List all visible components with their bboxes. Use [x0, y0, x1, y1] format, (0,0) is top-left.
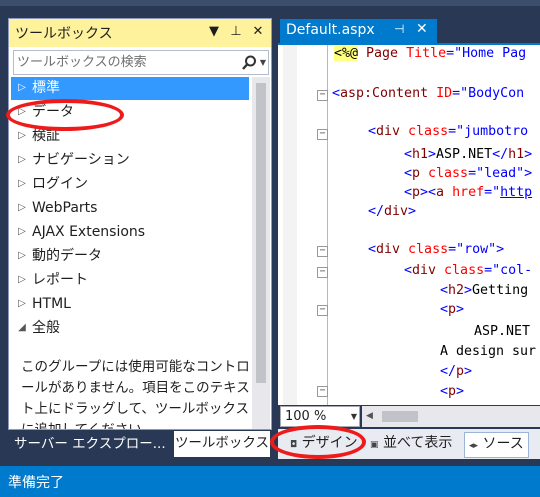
category-label: 動的データ: [32, 248, 102, 264]
category-standard[interactable]: ▷ 標準: [11, 77, 249, 100]
expand-arrow-icon[interactable]: ▷: [15, 293, 29, 315]
category-html[interactable]: ▷ HTML: [11, 293, 249, 316]
expand-arrow-icon[interactable]: ▷: [15, 245, 29, 267]
window-position-dropdown-icon[interactable]: ▼: [205, 23, 223, 41]
category-ajax-extensions[interactable]: ▷ AJAX Extensions: [11, 221, 249, 244]
fold-toggle[interactable]: −: [317, 386, 328, 397]
code-line: <p class="lead">: [404, 166, 533, 181]
code-line: <div class="col-: [404, 263, 533, 278]
category-login[interactable]: ▷ ログイン: [11, 173, 249, 196]
code-line: <p>: [440, 302, 465, 317]
toolbox-header: ツールボックス ▼ ⊥ ✕: [9, 19, 271, 47]
search-icon[interactable]: [240, 54, 258, 72]
code-line: <p>: [440, 384, 465, 399]
code-line: <asp:Content ID="BodyCon: [332, 86, 525, 101]
expand-arrow-icon[interactable]: ▷: [15, 197, 29, 219]
editor-indicator-margin: [283, 45, 297, 405]
collapse-arrow-icon[interactable]: ◢: [15, 317, 29, 339]
expand-arrow-icon[interactable]: ▷: [15, 149, 29, 171]
code-line: <h1>ASP.NET</h1>: [404, 147, 533, 162]
code-line: A design sur: [440, 344, 537, 359]
zoom-dropdown-icon[interactable]: ▼: [351, 407, 357, 426]
document-tab-default-aspx[interactable]: Default.aspx ⊣ ✕: [280, 19, 437, 43]
category-report[interactable]: ▷ レポート: [11, 269, 249, 292]
toolbox-vertical-scrollbar[interactable]: [252, 77, 270, 429]
top-toolbar-strip: [0, 0, 540, 6]
pin-tab-icon[interactable]: ⊣: [394, 22, 404, 36]
category-navigation[interactable]: ▷ ナビゲーション: [11, 149, 249, 172]
code-line: ASP.NET: [474, 324, 531, 339]
split-view-button[interactable]: ▣ 並べて表示: [370, 432, 452, 456]
status-text: 準備完了: [8, 475, 64, 491]
fold-toggle[interactable]: −: [317, 129, 328, 140]
category-label: HTML: [32, 296, 71, 312]
expand-arrow-icon[interactable]: ▷: [15, 125, 29, 147]
zoom-level-value: 100 %: [285, 409, 327, 424]
search-options-dropdown-icon[interactable]: ▼: [258, 54, 268, 72]
fold-toggle[interactable]: −: [317, 305, 328, 316]
source-view-icon: ◂▸: [469, 441, 479, 451]
editor-horizontal-scrollbar[interactable]: ◀: [362, 406, 540, 427]
fold-toggle[interactable]: −: [317, 246, 328, 257]
code-editor[interactable]: − − − − − − <%@ Page Title="Home Pag <as…: [278, 45, 540, 405]
pin-icon[interactable]: ⊥: [227, 23, 245, 41]
category-webparts[interactable]: ▷ WebParts: [11, 197, 249, 220]
category-label: 標準: [32, 80, 60, 96]
category-label: ナビゲーション: [32, 152, 130, 168]
expand-arrow-icon[interactable]: ▷: [15, 221, 29, 243]
document-tab-label: Default.aspx: [286, 22, 375, 38]
fold-toggle[interactable]: −: [317, 267, 328, 278]
empty-group-message: このグループには使用可能なコントロールがありません。項目をこのテキスト上にドラッ…: [21, 359, 250, 429]
split-view-icon: ▣: [370, 440, 379, 450]
scrollbar-thumb[interactable]: [256, 83, 266, 383]
category-label: AJAX Extensions: [32, 224, 146, 240]
expand-arrow-icon[interactable]: ▷: [15, 269, 29, 291]
scroll-left-icon[interactable]: ◀: [366, 406, 373, 427]
code-line: </p>: [440, 364, 473, 379]
fold-toggle[interactable]: −: [317, 90, 328, 101]
category-label: ログイン: [32, 176, 88, 192]
code-line: <div class="jumbotro: [368, 124, 529, 139]
toolbox-panel: ツールボックス ▼ ⊥ ✕ ▼ ▷ 標準 ▷ データ ▷ 検証 ▷ ナビゲーショ…: [8, 18, 272, 430]
category-label: 全般: [32, 320, 60, 336]
split-view-label: 並べて表示: [382, 435, 453, 451]
toolbox-search-box[interactable]: ▼: [13, 50, 269, 75]
status-bar: 準備完了: [0, 466, 540, 497]
close-icon[interactable]: ✕: [249, 23, 267, 41]
code-line: <div class="row">: [368, 242, 505, 257]
tab-server-explorer[interactable]: サーバー エクスプロー...: [8, 433, 172, 455]
toolbox-title: ツールボックス: [15, 26, 113, 42]
annotation-circle-data-category: [6, 99, 124, 131]
expand-arrow-icon[interactable]: ▷: [15, 173, 29, 195]
category-label: WebParts: [32, 200, 98, 216]
tab-toolbox[interactable]: ツールボックス: [174, 431, 270, 457]
code-line: <%@ Page Title="Home Pag: [334, 46, 527, 61]
close-tab-icon[interactable]: ✕: [416, 21, 428, 37]
annotation-circle-design-button: [270, 425, 366, 459]
category-label: レポート: [32, 272, 88, 288]
toolbox-search-input[interactable]: [17, 53, 235, 72]
scrollbar-thumb[interactable]: [382, 411, 418, 422]
zoom-level-select[interactable]: 100 % ▼: [280, 406, 360, 427]
category-dynamic-data[interactable]: ▷ 動的データ: [11, 245, 249, 268]
category-general[interactable]: ◢ 全般: [11, 317, 249, 340]
source-view-button[interactable]: ◂▸ ソース: [464, 432, 529, 458]
code-line: </div>: [368, 204, 417, 219]
code-line: <h2>Getting: [440, 283, 529, 298]
code-line: <p><a href="http: [404, 185, 533, 200]
expand-arrow-icon[interactable]: ▷: [15, 77, 29, 99]
source-view-label: ソース: [482, 436, 524, 452]
